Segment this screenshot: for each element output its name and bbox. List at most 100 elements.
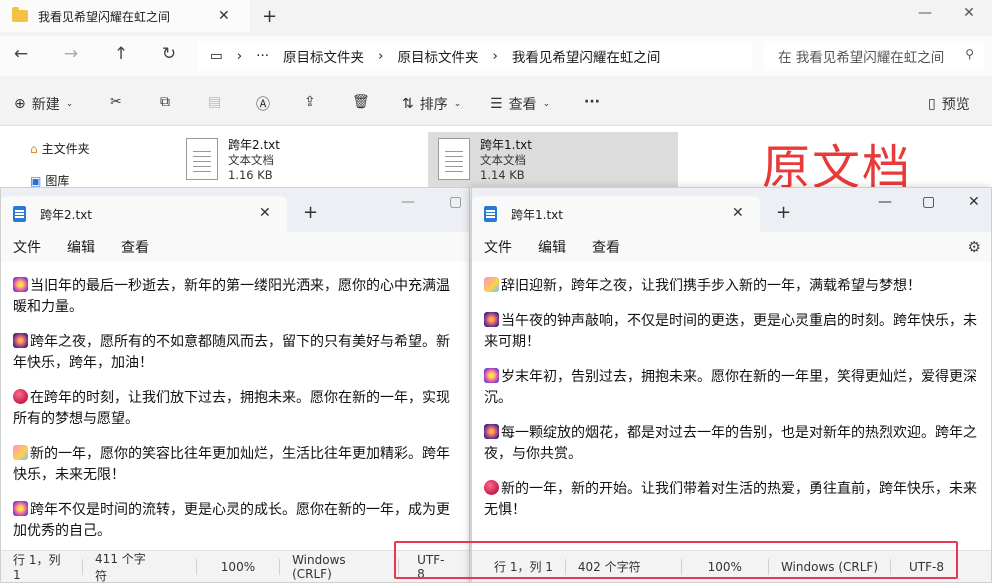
new-tab-icon[interactable]: + bbox=[262, 6, 277, 27]
preview-pane-icon: ▯ bbox=[928, 96, 936, 112]
settings-gear-icon[interactable]: ⚙ bbox=[968, 238, 981, 256]
text-paragraph: 岁末年初，告别过去，拥抱未来。愿你在新的一年里，笑得更灿烂，爱得更深沉。 bbox=[484, 367, 979, 409]
file-explorer-window: 我看见希望闪耀在虹之间 ✕ + — ✕ ← → ↑ ↻ ▭ › ··· 原目标文… bbox=[0, 0, 992, 200]
notepad-tab-bar: 跨年1.txt ✕ + — ▢ ✕ bbox=[472, 188, 991, 232]
copy-icon[interactable]: ⧉ bbox=[160, 94, 170, 110]
menu-file[interactable]: 文件 bbox=[13, 237, 41, 257]
text-file-icon bbox=[438, 138, 470, 180]
new-tab-icon[interactable]: + bbox=[303, 202, 318, 223]
file-size: 1.14 KB bbox=[480, 168, 525, 182]
line-ending[interactable]: Windows (CRLF) bbox=[280, 553, 398, 581]
sidebar-item-home[interactable]: ⌂ 主文件夹 bbox=[30, 140, 90, 157]
notepad-tab[interactable]: 跨年2.txt bbox=[1, 196, 287, 232]
text-paragraph: 当午夜的钟声敲响，不仅是时间的更迭，更是心灵重启的时刻。跨年快乐，未来可期！ bbox=[484, 311, 979, 353]
balloon-emoji-icon bbox=[13, 389, 28, 404]
maximize-icon[interactable]: ▢ bbox=[449, 194, 462, 210]
ellipsis-icon[interactable]: ··· bbox=[256, 48, 269, 64]
menu-view[interactable]: 查看 bbox=[592, 237, 620, 257]
paragraph-text: 每一颗绽放的烟花，都是对过去一年的告别，也是对新年的热烈欢迎。跨年之夜，与你共赏… bbox=[484, 425, 977, 462]
close-window-icon[interactable]: ✕ bbox=[946, 0, 992, 26]
fireworks-emoji-icon bbox=[13, 501, 28, 516]
up-icon[interactable]: ↑ bbox=[106, 44, 136, 64]
breadcrumb-item[interactable]: 原目标文件夹 bbox=[283, 46, 364, 66]
breadcrumb-item[interactable]: 原目标文件夹 bbox=[397, 46, 478, 66]
search-input[interactable]: 在 我看见希望闪耀在虹之间 ⚲ bbox=[764, 41, 984, 71]
file-size: 1.16 KB bbox=[228, 168, 273, 182]
search-placeholder: 在 我看见希望闪耀在虹之间 bbox=[778, 50, 945, 66]
close-tab-icon[interactable]: ✕ bbox=[259, 205, 271, 221]
notepad-text-area[interactable]: 当旧年的最后一秒逝去，新年的第一缕阳光洒来，愿你的心中充满温暖和力量。 跨年之夜… bbox=[1, 262, 469, 552]
chevron-right-icon: › bbox=[236, 48, 243, 64]
address-bar[interactable]: ▭ › ··· 原目标文件夹 › 原目标文件夹 › 我看见希望闪耀在虹之间 bbox=[198, 41, 752, 71]
preview-button[interactable]: ▯ 预览 bbox=[928, 94, 970, 114]
minimize-icon[interactable]: — bbox=[401, 194, 415, 210]
minimize-icon[interactable]: — bbox=[878, 194, 892, 210]
maximize-icon[interactable]: ▢ bbox=[922, 194, 935, 210]
forward-icon[interactable]: → bbox=[56, 44, 86, 64]
explorer-tab[interactable]: 我看见希望闪耀在虹之间 ✕ bbox=[0, 0, 250, 32]
menu-view[interactable]: 查看 bbox=[121, 237, 149, 257]
paragraph-text: 当午夜的钟声敲响，不仅是时间的更迭，更是心灵重启的时刻。跨年快乐，未来可期！ bbox=[484, 313, 977, 350]
rename-icon[interactable]: Ⓐ bbox=[256, 94, 270, 114]
notepad-text-area[interactable]: 辞旧迎新，跨年之夜，让我们携手步入新的一年，满载希望与梦想！ 当午夜的钟声敲响，… bbox=[472, 262, 991, 552]
notepad-icon bbox=[13, 206, 26, 222]
address-bar-row: ← → ↑ ↻ ▭ › ··· 原目标文件夹 › 原目标文件夹 › 我看见希望闪… bbox=[0, 36, 992, 76]
refresh-icon[interactable]: ↻ bbox=[154, 44, 184, 64]
breadcrumb-item[interactable]: 我看见希望闪耀在虹之间 bbox=[512, 46, 661, 66]
menu-edit[interactable]: 编辑 bbox=[67, 237, 95, 257]
notepad-window-right: 跨年1.txt ✕ + — ▢ ✕ 文件 编辑 查看 ⚙ 辞旧迎新，跨年之夜，让… bbox=[471, 187, 992, 583]
file-type: 文本文档 bbox=[480, 153, 526, 167]
new-tab-icon[interactable]: + bbox=[776, 202, 791, 223]
notepad-tab-title: 跨年1.txt bbox=[511, 207, 563, 222]
back-icon[interactable]: ← bbox=[6, 44, 36, 64]
view-label: 查看 bbox=[508, 97, 537, 113]
text-paragraph: 新的一年，愿你的笑容比往年更加灿烂，生活比往年更加精彩。跨年快乐，未来无限！ bbox=[13, 444, 459, 486]
notepad-tab-title: 跨年2.txt bbox=[40, 207, 92, 222]
text-paragraph: 辞旧迎新，跨年之夜，让我们携手步入新的一年，满载希望与梦想！ bbox=[484, 276, 979, 297]
more-options-button[interactable]: ··· bbox=[584, 94, 600, 110]
chevron-down-icon: ⌄ bbox=[542, 99, 551, 109]
chevron-down-icon: ⌄ bbox=[453, 99, 462, 109]
text-paragraph: 在跨年的时刻，让我们放下过去，拥抱未来。愿你在新的一年，实现所有的梦想与愿望。 bbox=[13, 388, 459, 430]
close-window-icon[interactable]: ✕ bbox=[968, 194, 980, 210]
minimize-icon[interactable]: — bbox=[902, 0, 948, 26]
home-icon: ⌂ bbox=[30, 141, 38, 156]
new-button[interactable]: ⊕ 新建 ⌄ bbox=[14, 94, 73, 114]
balloon-emoji-icon bbox=[484, 480, 499, 495]
paragraph-text: 岁末年初，告别过去，拥抱未来。愿你在新的一年里，笑得更灿烂，爱得更深沉。 bbox=[484, 369, 977, 406]
gallery-icon: ▣ bbox=[30, 173, 42, 188]
notepad-menu-bar: 文件 编辑 查看 bbox=[472, 232, 991, 262]
delete-icon[interactable]: 🗑 bbox=[352, 94, 370, 110]
file-name: 跨年1.txt bbox=[480, 138, 532, 152]
menu-edit[interactable]: 编辑 bbox=[538, 237, 566, 257]
monitor-icon: ▭ bbox=[210, 48, 223, 64]
sort-label: 排序 bbox=[419, 97, 448, 113]
paste-icon[interactable]: ▤ bbox=[208, 94, 221, 110]
search-icon: ⚲ bbox=[965, 47, 974, 61]
sort-button[interactable]: ⇅ 排序 ⌄ bbox=[402, 94, 461, 114]
text-paragraph: 当旧年的最后一秒逝去，新年的第一缕阳光洒来，愿你的心中充满温暖和力量。 bbox=[13, 276, 459, 318]
share-icon[interactable]: ⇪ bbox=[304, 94, 316, 110]
menu-file[interactable]: 文件 bbox=[484, 237, 512, 257]
zoom-level[interactable]: 100% bbox=[197, 560, 279, 574]
file-name: 跨年2.txt bbox=[228, 138, 280, 152]
explorer-tab-title: 我看见希望闪耀在虹之间 bbox=[38, 9, 171, 24]
chevron-right-icon: › bbox=[492, 48, 498, 64]
text-paragraph: 每一颗绽放的烟花，都是对过去一年的告别，也是对新年的热烈欢迎。跨年之夜，与你共赏… bbox=[484, 423, 979, 465]
file-item-selected[interactable]: 跨年1.txt 文本文档 1.14 KB bbox=[428, 132, 678, 188]
firework-emoji-icon bbox=[484, 312, 499, 327]
file-item[interactable]: 跨年2.txt 文本文档 1.16 KB bbox=[176, 132, 316, 188]
close-tab-icon[interactable]: ✕ bbox=[732, 205, 744, 221]
cursor-position: 行 1，列 1 bbox=[13, 553, 61, 582]
sidebar-item-label: 主文件夹 bbox=[41, 142, 90, 156]
fireworks-emoji-icon bbox=[13, 277, 28, 292]
cut-icon[interactable]: ✂ bbox=[110, 94, 122, 110]
new-label: 新建 bbox=[31, 97, 60, 113]
notepad-tab[interactable]: 跨年1.txt bbox=[472, 196, 760, 232]
notepad-tab-bar: 跨年2.txt ✕ + — ▢ bbox=[1, 188, 469, 232]
view-button[interactable]: ☰ 查看 ⌄ bbox=[490, 94, 550, 114]
command-bar: ⊕ 新建 ⌄ ✂ ⧉ ▤ Ⓐ ⇪ 🗑 ⇅ 排序 ⌄ ☰ 查看 ⌄ ··· ▯ 预览 bbox=[0, 82, 992, 126]
paragraph-text: 跨年不仅是时间的流转，更是心灵的成长。愿你在新的一年，成为更加优秀的自己。 bbox=[13, 502, 450, 539]
notepad-icon bbox=[484, 206, 497, 222]
close-tab-icon[interactable]: ✕ bbox=[218, 8, 230, 24]
